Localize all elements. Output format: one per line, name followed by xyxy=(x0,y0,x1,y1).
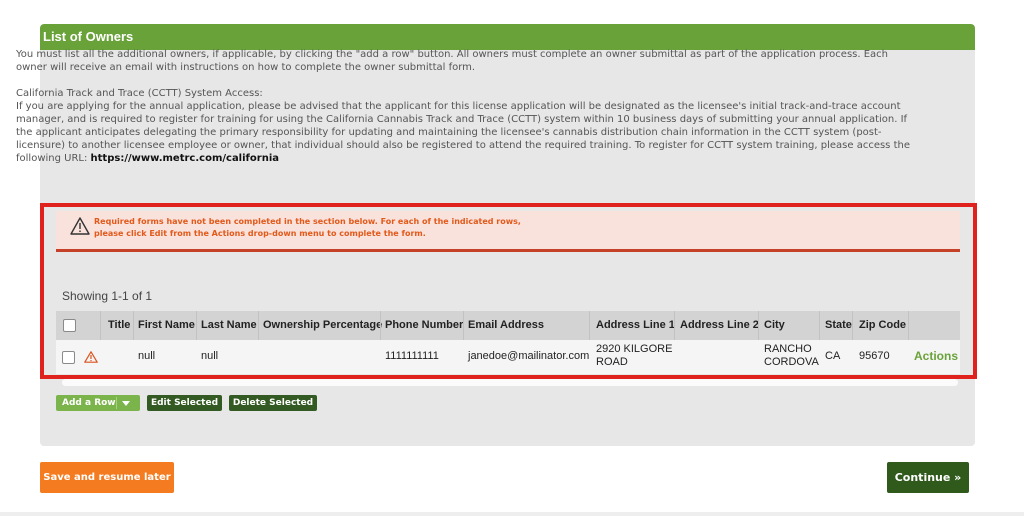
continue-button[interactable]: Continue » xyxy=(887,462,969,493)
table-horizontal-scrollbar[interactable] xyxy=(62,379,958,386)
footer-divider xyxy=(0,512,1024,516)
save-resume-button[interactable]: Save and resume later xyxy=(40,462,174,493)
panel-header: List of Owners xyxy=(40,24,975,50)
highlight-box xyxy=(40,203,977,379)
metrc-url-link[interactable]: https://www.metrc.com/california xyxy=(91,153,279,164)
intro-paragraph: You must list all the additional owners,… xyxy=(16,49,889,73)
panel-title: List of Owners xyxy=(43,29,134,44)
edit-selected-button[interactable]: Edit Selected xyxy=(147,395,222,411)
ccct-heading: California Track and Trace (CCTT) System… xyxy=(16,88,263,99)
delete-selected-button[interactable]: Delete Selected xyxy=(229,395,317,411)
intro-text: You must list all the additional owners,… xyxy=(16,48,921,165)
ccct-paragraph: If you are applying for the annual appli… xyxy=(16,100,921,165)
add-row-button[interactable]: Add a Row xyxy=(56,395,140,411)
chevron-down-icon[interactable] xyxy=(122,401,130,406)
add-row-label: Add a Row xyxy=(62,398,116,408)
